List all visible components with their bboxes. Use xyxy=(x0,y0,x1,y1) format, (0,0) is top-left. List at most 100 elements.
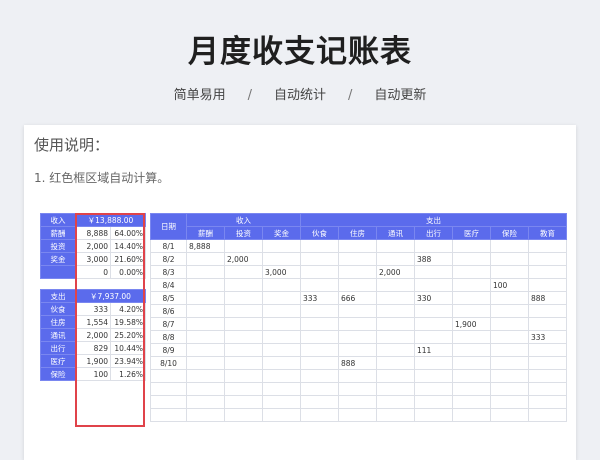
ledger-date-cell[interactable]: 8/6 xyxy=(150,304,187,318)
ledger-value-cell[interactable] xyxy=(338,304,377,318)
ledger-value-cell[interactable] xyxy=(528,356,567,370)
ledger-value-cell[interactable] xyxy=(262,304,301,318)
ledger-value-cell[interactable] xyxy=(376,408,415,422)
ledger-value-cell[interactable] xyxy=(186,382,225,396)
ledger-value-cell[interactable] xyxy=(376,343,415,357)
ledger-value-cell[interactable] xyxy=(490,382,529,396)
ledger-value-cell[interactable] xyxy=(528,278,567,292)
ledger-value-cell[interactable] xyxy=(490,265,529,279)
ledger-value-cell[interactable] xyxy=(224,317,263,331)
ledger-value-cell[interactable]: 333 xyxy=(300,291,339,305)
ledger-date-cell[interactable] xyxy=(150,395,187,409)
ledger-value-cell[interactable] xyxy=(452,369,491,383)
income-amount[interactable]: 3,000 xyxy=(75,252,111,266)
ledger-value-cell[interactable] xyxy=(262,252,301,266)
ledger-value-cell[interactable] xyxy=(224,408,263,422)
ledger-value-cell[interactable] xyxy=(186,356,225,370)
expense-category[interactable]: 保险 xyxy=(40,367,76,381)
ledger-value-cell[interactable]: 2,000 xyxy=(224,252,263,266)
ledger-value-cell[interactable] xyxy=(452,343,491,357)
ledger-value-cell[interactable] xyxy=(186,408,225,422)
income-category[interactable]: 投资 xyxy=(40,239,76,253)
ledger-date-cell[interactable]: 8/5 xyxy=(150,291,187,305)
ledger-date-cell[interactable]: 8/7 xyxy=(150,317,187,331)
ledger-value-cell[interactable] xyxy=(490,356,529,370)
ledger-value-cell[interactable] xyxy=(376,317,415,331)
ledger-value-cell[interactable] xyxy=(528,239,567,253)
ledger-value-cell[interactable] xyxy=(186,304,225,318)
expense-percent[interactable]: 23.94% xyxy=(110,354,146,368)
ledger-value-cell[interactable] xyxy=(414,356,453,370)
ledger-value-cell[interactable] xyxy=(300,265,339,279)
ledger-expense-col-header[interactable]: 伙食 xyxy=(300,226,339,240)
ledger-value-cell[interactable] xyxy=(376,252,415,266)
ledger-value-cell[interactable] xyxy=(262,382,301,396)
ledger-value-cell[interactable] xyxy=(338,343,377,357)
expense-amount[interactable]: 829 xyxy=(75,341,111,355)
ledger-value-cell[interactable] xyxy=(224,330,263,344)
income-amount[interactable]: 8,888 xyxy=(75,226,111,240)
ledger-expense-col-header[interactable]: 医疗 xyxy=(452,226,491,240)
ledger-expense-col-header[interactable]: 通讯 xyxy=(376,226,415,240)
ledger-value-cell[interactable] xyxy=(338,395,377,409)
ledger-value-cell[interactable] xyxy=(300,395,339,409)
ledger-value-cell[interactable] xyxy=(528,265,567,279)
ledger-value-cell[interactable] xyxy=(300,317,339,331)
expense-category[interactable]: 住房 xyxy=(40,315,76,329)
ledger-value-cell[interactable] xyxy=(300,304,339,318)
ledger-value-cell[interactable] xyxy=(376,330,415,344)
ledger-value-cell[interactable] xyxy=(300,239,339,253)
expense-percent[interactable]: 4.20% xyxy=(110,302,146,316)
ledger-value-cell[interactable] xyxy=(528,317,567,331)
ledger-value-cell[interactable] xyxy=(262,395,301,409)
income-percent[interactable]: 64.00% xyxy=(110,226,146,240)
ledger-value-cell[interactable] xyxy=(528,369,567,383)
ledger-value-cell[interactable] xyxy=(300,408,339,422)
ledger-value-cell[interactable] xyxy=(528,408,567,422)
ledger-value-cell[interactable] xyxy=(338,369,377,383)
ledger-value-cell[interactable]: 888 xyxy=(338,356,377,370)
ledger-value-cell[interactable] xyxy=(338,252,377,266)
ledger-date-cell[interactable]: 8/3 xyxy=(150,265,187,279)
ledger-value-cell[interactable] xyxy=(528,304,567,318)
expense-category[interactable]: 伙食 xyxy=(40,302,76,316)
income-amount[interactable]: 0 xyxy=(75,265,111,279)
ledger-value-cell[interactable] xyxy=(338,330,377,344)
ledger-value-cell[interactable] xyxy=(224,395,263,409)
ledger-value-cell[interactable] xyxy=(186,291,225,305)
ledger-value-cell[interactable] xyxy=(338,278,377,292)
ledger-value-cell[interactable] xyxy=(452,356,491,370)
expense-amount[interactable]: 1,554 xyxy=(75,315,111,329)
ledger-value-cell[interactable] xyxy=(262,356,301,370)
ledger-date-cell[interactable]: 8/2 xyxy=(150,252,187,266)
ledger-value-cell[interactable]: 2,000 xyxy=(376,265,415,279)
ledger-date-cell[interactable]: 8/8 xyxy=(150,330,187,344)
ledger-value-cell[interactable] xyxy=(528,395,567,409)
ledger-value-cell[interactable] xyxy=(376,239,415,253)
ledger-expense-col-header[interactable]: 住房 xyxy=(338,226,377,240)
ledger-income-col-header[interactable]: 投资 xyxy=(224,226,263,240)
ledger-value-cell[interactable] xyxy=(376,291,415,305)
ledger-value-cell[interactable]: 666 xyxy=(338,291,377,305)
ledger-date-header[interactable]: 日期 xyxy=(150,213,187,240)
ledger-income-col-header[interactable]: 奖金 xyxy=(262,226,301,240)
ledger-value-cell[interactable]: 330 xyxy=(414,291,453,305)
income-percent[interactable]: 0.00% xyxy=(110,265,146,279)
expense-category[interactable]: 医疗 xyxy=(40,354,76,368)
expense-amount[interactable]: 100 xyxy=(75,367,111,381)
ledger-value-cell[interactable] xyxy=(262,278,301,292)
ledger-value-cell[interactable] xyxy=(224,304,263,318)
ledger-date-cell[interactable] xyxy=(150,408,187,422)
ledger-income-col-header[interactable]: 薪酬 xyxy=(186,226,225,240)
ledger-value-cell[interactable] xyxy=(262,330,301,344)
ledger-value-cell[interactable] xyxy=(490,330,529,344)
ledger-value-cell[interactable] xyxy=(224,291,263,305)
ledger-value-cell[interactable] xyxy=(224,278,263,292)
ledger-value-cell[interactable] xyxy=(300,278,339,292)
income-percent[interactable]: 14.40% xyxy=(110,239,146,253)
expense-percent[interactable]: 25.20% xyxy=(110,328,146,342)
ledger-value-cell[interactable] xyxy=(414,330,453,344)
ledger-value-cell[interactable] xyxy=(452,408,491,422)
ledger-value-cell[interactable] xyxy=(452,304,491,318)
ledger-value-cell[interactable] xyxy=(452,252,491,266)
